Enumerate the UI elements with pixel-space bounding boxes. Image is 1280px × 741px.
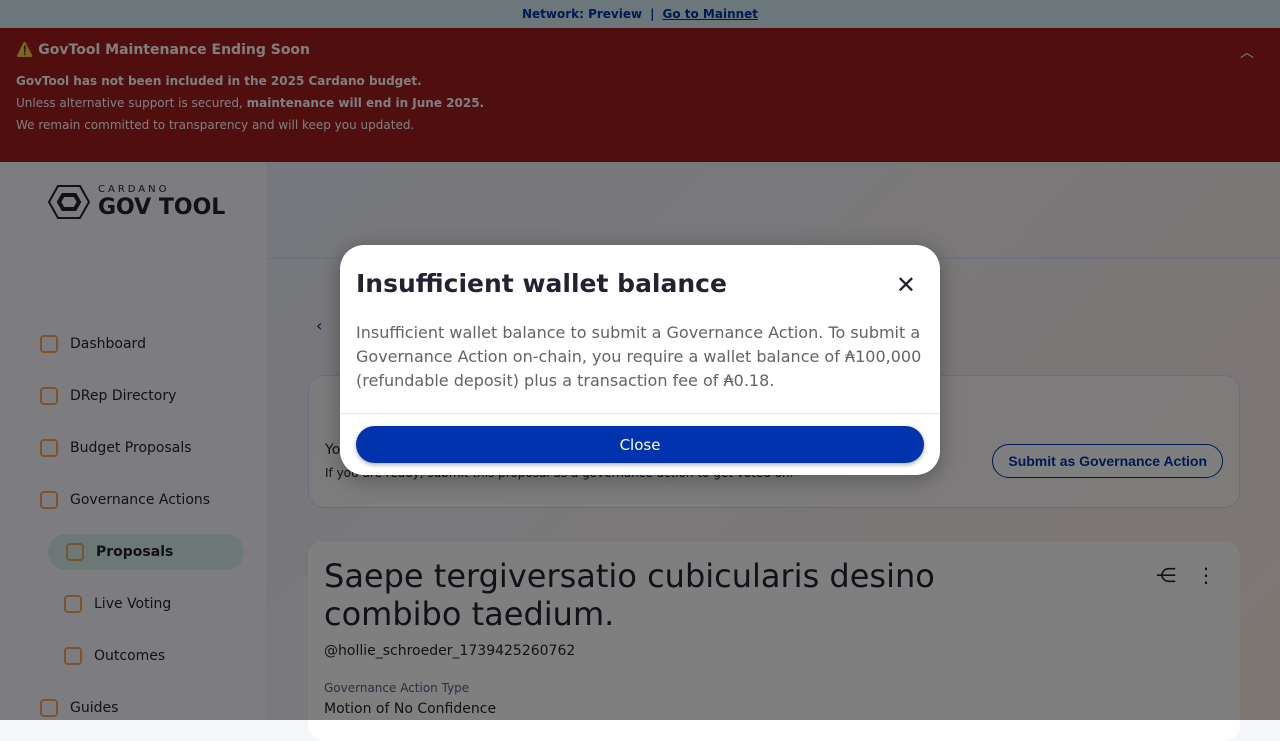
insufficient-balance-modal: Insufficient wallet balance ✕ Insufficie… bbox=[340, 245, 940, 475]
close-button[interactable]: Close bbox=[356, 426, 924, 463]
close-icon[interactable]: ✕ bbox=[896, 271, 916, 299]
modal-body: Insufficient wallet balance to submit a … bbox=[356, 323, 922, 390]
modal-title: Insufficient wallet balance bbox=[356, 269, 727, 298]
divider bbox=[340, 413, 940, 414]
